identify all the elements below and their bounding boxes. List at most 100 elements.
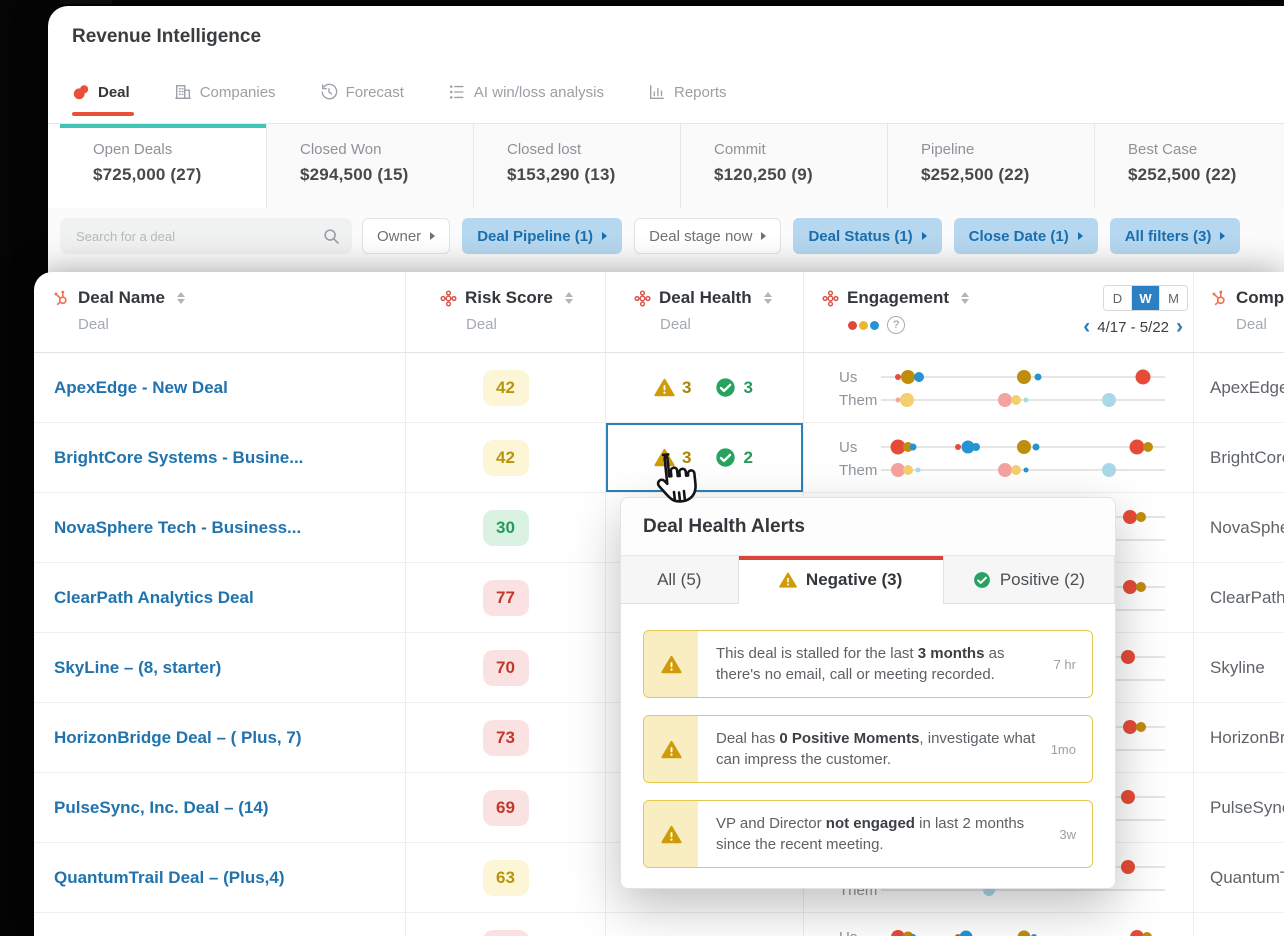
period-m-button[interactable]: M <box>1159 286 1187 310</box>
summary-card-best-case[interactable]: Best Case$252,500 (22) <box>1095 124 1284 208</box>
deal-link[interactable]: SkyLine – (8, starter) <box>54 658 221 678</box>
alert-text: This deal is stalled for the last 3 mont… <box>716 643 1042 685</box>
risk-score-cell: 73 <box>405 703 605 772</box>
column-header-top: Deal Name <box>52 288 405 308</box>
bar-chart-icon <box>648 83 666 101</box>
nav-tab-deal[interactable]: Deal <box>72 83 130 101</box>
filter-chip-deal-status-1[interactable]: Deal Status (1) <box>793 218 941 254</box>
alert-icon-strip <box>644 631 698 697</box>
deal-link[interactable]: HorizonBridge Deal – ( Plus, 7) <box>54 728 302 748</box>
next-date-range-icon[interactable]: › <box>1174 318 1185 336</box>
deal-link[interactable]: NovaSphere Tech - Business... <box>54 518 301 538</box>
summary-card-value: $120,250 (9) <box>714 165 887 185</box>
engagement-dot <box>972 443 980 451</box>
engagement-dot <box>1023 468 1028 473</box>
alert-icon-strip <box>644 716 698 782</box>
engagement-dot <box>1017 440 1031 454</box>
sort-icon[interactable] <box>764 292 772 304</box>
filter-chip-deal-pipeline-1[interactable]: Deal Pipeline (1) <box>462 218 622 254</box>
active-tab-underline <box>72 112 134 116</box>
company-cell: ClearPath <box>1193 563 1284 632</box>
deal-health-cell[interactable] <box>605 913 803 936</box>
column-label: Company <box>1236 288 1284 308</box>
column-header-top: Company <box>1210 288 1284 308</box>
deal-search-box[interactable] <box>60 218 352 254</box>
screen: Revenue Intelligence DealCompaniesForeca… <box>0 0 1284 936</box>
chevron-right-icon <box>922 232 927 240</box>
deal-health-alerts-popover: Deal Health Alerts All (5)Negative (3)Po… <box>620 497 1116 889</box>
risk-score-badge: 42 <box>483 370 529 406</box>
engagement-dot <box>915 468 920 473</box>
filter-chip-deal-stage-now[interactable]: Deal stage now <box>634 218 781 254</box>
nav-tab-ai-win-loss-analysis[interactable]: AI win/loss analysis <box>448 83 604 101</box>
summary-card-pipeline[interactable]: Pipeline$252,500 (22) <box>888 124 1095 208</box>
deal-link[interactable]: QuantumTrail Deal – (Plus,4) <box>54 868 285 888</box>
sort-icon[interactable] <box>565 292 573 304</box>
prev-date-range-icon[interactable]: ‹ <box>1081 318 1092 336</box>
company-cell <box>1193 913 1284 936</box>
risk-score-cell <box>405 913 605 936</box>
nav-tab-label: Reports <box>674 84 727 101</box>
filter-chip-label: All filters (3) <box>1125 228 1212 245</box>
engagement-dot <box>1123 580 1137 594</box>
deal-link[interactable]: ClearPath Analytics Deal <box>54 588 254 608</box>
hubspot-icon <box>1210 289 1228 307</box>
period-d-button[interactable]: D <box>1104 286 1131 310</box>
filter-chip-owner[interactable]: Owner <box>362 218 450 254</box>
engagement-timeline <box>881 927 1165 936</box>
nav-tab-forecast[interactable]: Forecast <box>320 83 404 101</box>
search-input[interactable] <box>74 228 322 245</box>
deal-link[interactable]: BrightCore Systems - Busine... <box>54 448 303 468</box>
deal-name-cell: HorizonBridge Deal – ( Plus, 7) <box>34 703 405 772</box>
filter-chip-all-filters-3[interactable]: All filters (3) <box>1110 218 1241 254</box>
engagement-dot <box>1121 650 1135 664</box>
deal-name-cell: ClearPath Analytics Deal <box>34 563 405 632</box>
summary-card-commit[interactable]: Commit$120,250 (9) <box>681 124 888 208</box>
summary-card-closed-lost[interactable]: Closed lost$153,290 (13) <box>474 124 681 208</box>
summary-card-label: Pipeline <box>921 141 1094 158</box>
engagement-cell: UsThem <box>803 353 1193 422</box>
engagement-dot <box>1142 932 1152 936</box>
alert-text: VP and Director not engaged in last 2 mo… <box>716 813 1047 855</box>
alert-list: This deal is stalled for the last 3 mont… <box>621 604 1115 888</box>
engagement-row-label: Us <box>839 369 881 386</box>
deal-health-cell[interactable]: 33 <box>605 353 803 422</box>
filter-chip-close-date-1[interactable]: Close Date (1) <box>954 218 1098 254</box>
summary-card-open-deals[interactable]: Open Deals$725,000 (27) <box>60 124 267 208</box>
deal-link[interactable]: PulseSync, Inc. Deal – (14) <box>54 798 268 818</box>
alert-text: Deal has 0 Positive Moments, investigate… <box>716 728 1039 770</box>
deal-link[interactable]: ApexEdge - New Deal <box>54 378 228 398</box>
help-icon[interactable]: ? <box>887 316 905 334</box>
engagement-dot <box>960 931 973 936</box>
engagement-dot <box>1136 722 1146 732</box>
engagement-row-label: Us <box>839 439 881 456</box>
nav-tab-reports[interactable]: Reports <box>648 83 727 101</box>
table-row: UsThem <box>34 913 1284 936</box>
popover-tab-negative-3[interactable]: Negative (3) <box>739 556 944 604</box>
period-w-button[interactable]: W <box>1131 286 1159 310</box>
alert-body: VP and Director not engaged in last 2 mo… <box>698 801 1092 867</box>
popover-tab-positive-2[interactable]: Positive (2) <box>944 556 1115 604</box>
engagement-cell: UsThem <box>803 913 1193 936</box>
sort-icon[interactable] <box>961 292 969 304</box>
column-subtitle: Deal <box>1236 316 1284 333</box>
engagement-dot <box>1136 370 1151 385</box>
engagement-us-row: Us <box>839 367 1165 387</box>
ai-list-icon <box>448 83 466 101</box>
engagement-dot <box>1121 860 1135 874</box>
alert-timestamp: 1mo <box>1051 742 1076 757</box>
check-icon <box>973 571 991 589</box>
sort-icon[interactable] <box>177 292 185 304</box>
summary-card-closed-won[interactable]: Closed Won$294,500 (15) <box>267 124 474 208</box>
warning-icon <box>661 655 682 674</box>
date-range-label: 4/17 - 5/22 <box>1097 319 1169 336</box>
chevron-right-icon <box>602 232 607 240</box>
deal-health-cell[interactable]: 32 <box>605 423 803 492</box>
table-row: ApexEdge - New Deal4233UsThemApexEdge <box>34 353 1284 423</box>
deal-name-cell: ApexEdge - New Deal <box>34 353 405 422</box>
chevron-right-icon <box>761 232 766 240</box>
deal-name-cell <box>34 913 405 936</box>
column-header-deal-name: Deal NameDeal <box>34 272 405 352</box>
popover-tab-all-5[interactable]: All (5) <box>621 556 739 604</box>
nav-tab-companies[interactable]: Companies <box>174 83 276 101</box>
